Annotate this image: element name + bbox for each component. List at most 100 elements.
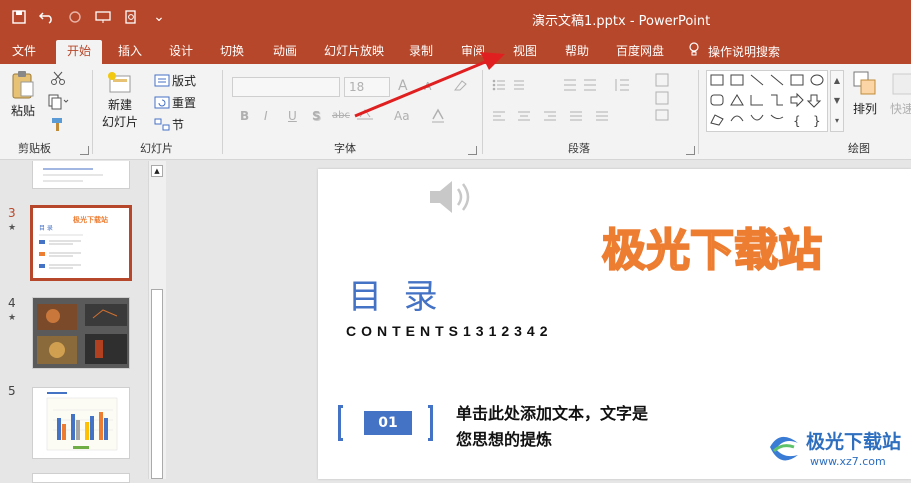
svg-text:极光下载站: 极光下载站 xyxy=(602,225,822,276)
site-logo: 极光下载站 www.xz7.com xyxy=(764,423,908,477)
slide-number-3: 3 xyxy=(8,206,16,220)
font-name-combobox[interactable] xyxy=(232,77,340,97)
undo-icon[interactable] xyxy=(36,6,58,28)
print-preview-icon[interactable] xyxy=(120,6,142,28)
underline-button[interactable]: U xyxy=(288,109,297,123)
slide-editor[interactable]: 极光下载站 目 录 CONTENTS1312342 01 单击此处添加文本，文字… xyxy=(318,169,911,479)
arrange-label: 排列 xyxy=(852,102,877,116)
window-title: 演示文稿1.pptx - PowerPoint xyxy=(532,14,711,29)
paste-label: 粘贴 xyxy=(10,104,35,118)
tab-view[interactable]: 视图 xyxy=(504,40,546,64)
left-bracket xyxy=(338,405,343,441)
text-shadow-button[interactable]: S xyxy=(312,109,321,123)
thumbnail-slide-6[interactable] xyxy=(32,473,130,483)
thumbnail-slide-5[interactable] xyxy=(32,387,130,459)
align-icons[interactable] xyxy=(492,110,612,124)
reset-icon xyxy=(154,96,170,109)
slide-heading: 目 录 xyxy=(348,277,438,317)
scroll-up-button[interactable]: ▲ xyxy=(151,165,163,177)
layout-button[interactable]: 版式 xyxy=(154,72,196,89)
present-from-start-icon[interactable] xyxy=(92,6,114,28)
thumbnails-scrollbar[interactable]: ▲ xyxy=(148,161,166,479)
logo-url: www.xz7.com xyxy=(810,455,886,468)
customize-qat-button[interactable]: ⌄ xyxy=(148,6,170,28)
tab-record[interactable]: 录制 xyxy=(400,40,442,64)
paragraph-group-label: 段落 xyxy=(568,142,590,155)
format-painter-icon[interactable] xyxy=(50,116,66,132)
quick-access-toolbar: ⌄ xyxy=(8,6,170,28)
save-icon[interactable] xyxy=(8,6,30,28)
slide-watermark-title: 极光下载站 xyxy=(601,224,823,277)
svg-text:{: { xyxy=(793,114,801,128)
layout-label: 版式 xyxy=(172,74,197,88)
new-slide-label-2: 幻灯片 xyxy=(102,115,139,129)
tab-design[interactable]: 设计 xyxy=(160,40,202,64)
redo-icon[interactable] xyxy=(64,6,86,28)
bold-button[interactable]: B xyxy=(240,109,249,123)
scroll-thumb[interactable] xyxy=(151,289,163,479)
thumbnail-slide-4[interactable] xyxy=(32,297,130,369)
shapes-gallery[interactable]: {} xyxy=(706,70,828,132)
new-slide-icon xyxy=(108,72,131,93)
shapes-gallery-scroll[interactable]: ▲ ▼ ▾ xyxy=(830,70,844,132)
animation-star-3: ★ xyxy=(8,223,17,233)
reset-button[interactable]: 重置 xyxy=(154,94,196,111)
clipboard-icon xyxy=(12,71,34,99)
tab-slideshow[interactable]: 幻灯片放映 xyxy=(318,40,390,64)
font-launcher[interactable] xyxy=(468,146,477,155)
grow-font-button[interactable]: A xyxy=(398,78,408,94)
tab-help[interactable]: 帮助 xyxy=(556,40,598,64)
slide-number-5: 5 xyxy=(8,384,16,398)
paragraph-launcher[interactable] xyxy=(686,146,695,155)
arrange-button[interactable]: 排列 xyxy=(852,70,878,117)
change-case-button[interactable]: Aa xyxy=(394,109,410,123)
line-spacing-icon[interactable] xyxy=(614,78,630,92)
font-group-label: 字体 xyxy=(334,142,356,155)
separator xyxy=(92,70,93,154)
section-button[interactable]: 节 xyxy=(154,116,184,133)
copy-icon[interactable] xyxy=(48,94,70,110)
clear-format-icon[interactable] xyxy=(452,78,468,92)
thumbnail-slide-2[interactable] xyxy=(32,161,130,189)
tab-baidu-netdisk[interactable]: 百度网盘 xyxy=(608,40,672,64)
agenda-item-line-2: 您思想的提炼 xyxy=(456,430,553,449)
tab-transitions[interactable]: 切换 xyxy=(212,40,252,64)
lightbulb-icon xyxy=(688,41,700,63)
clipboard-group-label: 剪贴板 xyxy=(18,142,51,155)
logo-swirl-icon xyxy=(770,436,798,461)
text-direction-icon[interactable] xyxy=(654,72,676,122)
item-number-badge: 01 xyxy=(364,411,412,435)
tab-file[interactable]: 文件 xyxy=(4,40,44,64)
tab-home[interactable]: 开始 xyxy=(56,40,102,64)
new-slide-button[interactable]: 新建 幻灯片 xyxy=(102,70,138,130)
paste-button[interactable]: 粘贴 xyxy=(10,70,36,119)
character-spacing-icon[interactable] xyxy=(356,108,374,122)
speaker-icon[interactable] xyxy=(426,175,474,222)
cut-icon[interactable] xyxy=(50,70,66,86)
font-size-combobox[interactable]: 18 xyxy=(344,77,390,97)
tab-animations[interactable]: 动画 xyxy=(264,40,306,64)
clipboard-launcher[interactable] xyxy=(80,146,89,155)
shrink-font-button[interactable]: A xyxy=(424,80,432,93)
separator xyxy=(698,70,699,154)
tab-review[interactable]: 审阅 xyxy=(452,40,494,64)
drawing-group-label: 绘图 xyxy=(848,142,870,155)
font-color-icon[interactable] xyxy=(430,108,446,124)
strikethrough-button[interactable]: abc xyxy=(332,110,350,121)
agenda-item-line-1: 单击此处添加文本，文字是 xyxy=(456,404,649,423)
svg-text:}: } xyxy=(813,114,821,128)
indent-icon[interactable] xyxy=(560,78,600,92)
ribbon-tabs: 文件 开始 插入 设计 切换 动画 幻灯片放映 录制 审阅 视图 帮助 百度网盘… xyxy=(0,36,911,64)
animation-star-4: ★ xyxy=(8,313,17,323)
tab-insert[interactable]: 插入 xyxy=(110,40,150,64)
quick-styles-button[interactable]: 快速 xyxy=(890,70,911,117)
agenda-item-number: 01 xyxy=(338,405,438,441)
thumbnail-slide-3[interactable]: 极光下载站 目 录 xyxy=(30,205,132,281)
tell-me-search[interactable]: 操作说明搜索 xyxy=(688,40,800,64)
bullets-icon[interactable] xyxy=(492,78,532,92)
italic-button[interactable]: I xyxy=(264,109,268,123)
thumb3-heading: 目 录 xyxy=(39,224,53,232)
agenda-item-text[interactable]: 单击此处添加文本，文字是 您思想的提炼 xyxy=(456,401,648,453)
arrange-icon xyxy=(853,71,876,95)
section-label: 节 xyxy=(172,118,185,132)
